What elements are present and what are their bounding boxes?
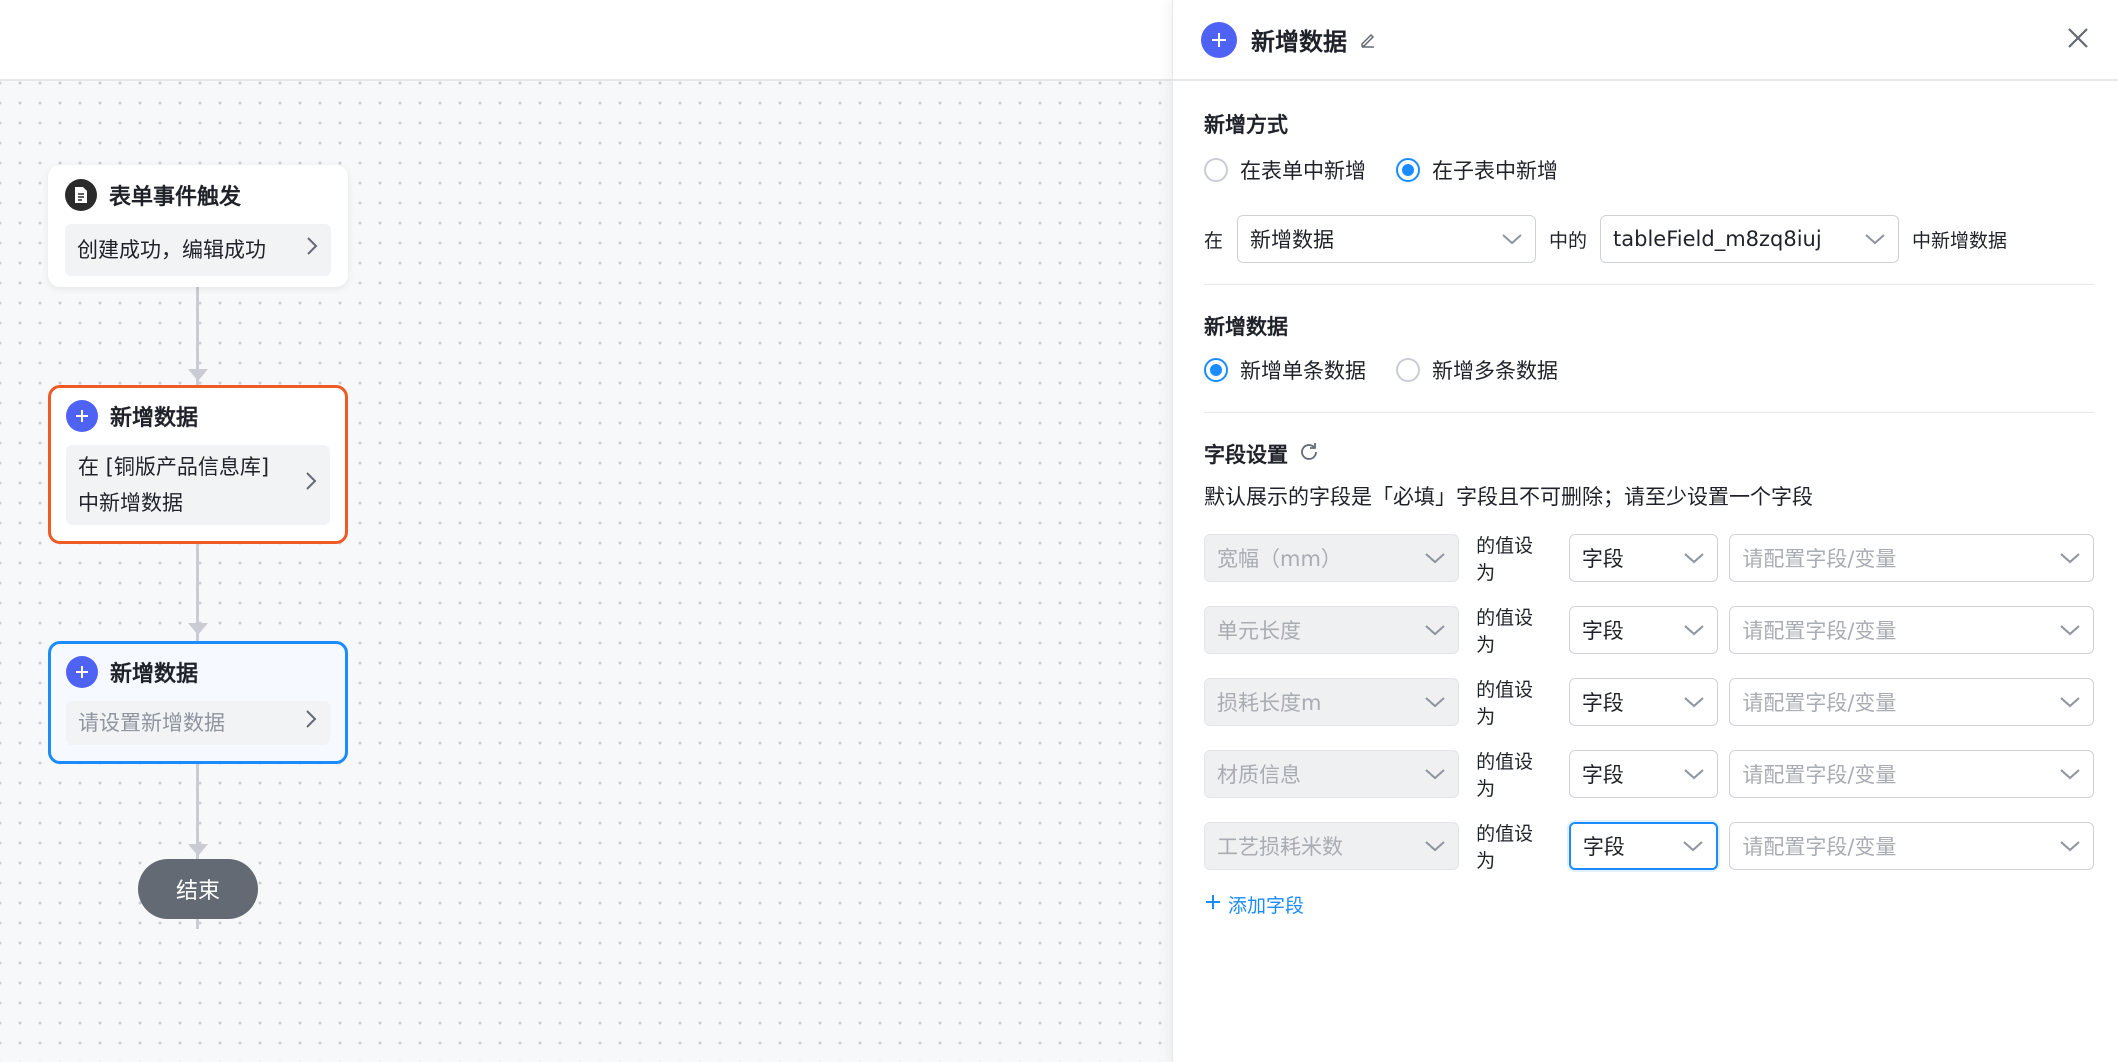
- value-label: 的值设为: [1476, 535, 1534, 584]
- value-select[interactable]: 请配置字段/变量: [1729, 534, 2094, 582]
- chevron-down-icon: [2059, 834, 2081, 858]
- chevron-down-icon: [2059, 546, 2081, 570]
- value-type-select[interactable]: 字段: [1568, 750, 1719, 798]
- trigger-node-title: 表单事件触发: [109, 185, 242, 210]
- new-data-title: 新增数据: [1204, 315, 1288, 339]
- value-label: 的值设为: [1476, 607, 1534, 656]
- location-row: 在 新增数据 中的 tableField_m8zq8iuj 中新增数据: [1204, 215, 2094, 263]
- plus-icon: [1204, 893, 1222, 916]
- divider: [1204, 412, 2094, 413]
- add-method-radio-group: 在表单中新增 在子表中新增: [1204, 155, 2094, 185]
- top-bar: [0, 0, 1172, 81]
- value-select[interactable]: 请配置字段/变量: [1729, 606, 2094, 654]
- end-node[interactable]: 结束: [138, 859, 258, 919]
- value-type-select[interactable]: 字段: [1568, 606, 1719, 654]
- add-data-node-1-summary[interactable]: 在 [铜版产品信息库] 中新增数据: [66, 445, 330, 525]
- chevron-down-icon: [1501, 227, 1523, 251]
- field-name-select: 工艺损耗米数: [1204, 822, 1460, 870]
- radio-add-multiple[interactable]: 新增多条数据: [1396, 355, 1558, 385]
- field-name-select: 材质信息: [1204, 750, 1460, 798]
- chevron-right-icon: [304, 705, 318, 741]
- value-type-select[interactable]: 字段: [1568, 534, 1719, 582]
- chevron-down-icon: [1424, 546, 1446, 570]
- chevron-down-icon: [1683, 690, 1705, 714]
- radio-circle: [1204, 158, 1228, 182]
- chevron-down-icon: [1424, 690, 1446, 714]
- plus-icon: [66, 656, 98, 688]
- value-label: 的值设为: [1476, 679, 1534, 728]
- connector-arrow: [188, 623, 208, 635]
- value-label: 的值设为: [1476, 823, 1534, 872]
- field-row: 损耗长度m 的值设为 字段 请配置字段/变量: [1204, 675, 2094, 729]
- chevron-down-icon: [1682, 834, 1704, 858]
- chevron-down-icon: [2059, 762, 2081, 786]
- chevron-down-icon: [1683, 546, 1705, 570]
- trigger-node[interactable]: 表单事件触发 创建成功，编辑成功: [48, 165, 348, 287]
- value-select[interactable]: 请配置字段/变量: [1729, 822, 2094, 870]
- location-suffix: 中新增数据: [1912, 229, 2008, 252]
- location-prefix: 在: [1204, 229, 1224, 252]
- chevron-down-icon: [1683, 762, 1705, 786]
- chevron-down-icon: [1424, 618, 1446, 642]
- add-data-node-2-summary[interactable]: 请设置新增数据: [66, 701, 330, 745]
- chevron-down-icon: [1424, 762, 1446, 786]
- chevron-down-icon: [1864, 227, 1886, 251]
- chevron-down-icon: [2059, 690, 2081, 714]
- connector-arrow: [188, 369, 208, 381]
- value-type-select[interactable]: 字段: [1568, 678, 1719, 726]
- value-type-select[interactable]: 字段: [1568, 822, 1719, 870]
- chevron-right-icon: [305, 232, 319, 268]
- add-data-node-1-title: 新增数据: [110, 406, 199, 431]
- radio-circle: [1204, 358, 1228, 382]
- form-select[interactable]: 新增数据: [1237, 215, 1537, 263]
- add-field-button[interactable]: 添加字段: [1204, 891, 2094, 918]
- value-select[interactable]: 请配置字段/变量: [1729, 750, 2094, 798]
- field-name-select: 单元长度: [1204, 606, 1460, 654]
- radio-circle: [1396, 358, 1420, 382]
- chevron-down-icon: [2059, 618, 2081, 642]
- field-name-select: 损耗长度m: [1204, 678, 1460, 726]
- radio-circle: [1396, 158, 1420, 182]
- document-icon: [65, 179, 97, 211]
- plus-icon: [1201, 21, 1237, 58]
- flow-canvas[interactable]: 表单事件触发 创建成功，编辑成功 新增数据 在 [铜版产品信息库] 中新增数据: [0, 81, 1172, 1062]
- add-data-node-2[interactable]: 新增数据 请设置新增数据: [48, 641, 348, 764]
- new-data-radio-group: 新增单条数据 新增多条数据: [1204, 355, 2094, 385]
- field-row: 单元长度 的值设为 字段 请配置字段/变量: [1204, 603, 2094, 657]
- radio-add-in-subtable[interactable]: 在子表中新增: [1396, 155, 1558, 185]
- location-middle: 中的: [1549, 229, 1588, 252]
- chevron-right-icon: [304, 467, 318, 503]
- field-row: 宽幅（mm） 的值设为 字段 请配置字段/变量: [1204, 531, 2094, 585]
- config-panel: 新增数据 新增方式 在表单中新增 在子表中新增 在 新增数据 中的 tableF…: [1172, 0, 2118, 1062]
- refresh-icon[interactable]: [1298, 441, 1320, 467]
- field-name-select: 宽幅（mm）: [1204, 534, 1460, 582]
- subtable-select[interactable]: tableField_m8zq8iuj: [1600, 215, 1900, 263]
- field-settings-title: 字段设置: [1204, 443, 1288, 467]
- close-icon[interactable]: [2064, 24, 2092, 56]
- add-data-node-1[interactable]: 新增数据 在 [铜版产品信息库] 中新增数据: [48, 385, 348, 544]
- panel-title: 新增数据: [1251, 28, 1347, 56]
- add-data-node-2-title: 新增数据: [110, 662, 199, 687]
- field-row: 工艺损耗米数 的值设为 字段 请配置字段/变量: [1204, 819, 2094, 873]
- connector-arrow: [188, 844, 208, 856]
- plus-icon: [66, 400, 98, 432]
- add-method-title: 新增方式: [1204, 113, 1288, 137]
- edit-pencil-icon[interactable]: [1359, 31, 1377, 49]
- radio-add-in-form[interactable]: 在表单中新增: [1204, 155, 1366, 185]
- field-settings-hint: 默认展示的字段是「必填」字段且不可删除；请至少设置一个字段: [1204, 485, 1813, 509]
- panel-header: 新增数据: [1173, 0, 2118, 81]
- trigger-node-summary[interactable]: 创建成功，编辑成功: [65, 224, 331, 276]
- field-row: 材质信息 的值设为 字段 请配置字段/变量: [1204, 747, 2094, 801]
- divider: [1204, 284, 2094, 285]
- chevron-down-icon: [1424, 834, 1446, 858]
- value-select[interactable]: 请配置字段/变量: [1729, 678, 2094, 726]
- field-rows: 宽幅（mm） 的值设为 字段 请配置字段/变量 单元长度 的值设为 字段 请配置字段/变量 损耗…: [1204, 531, 2094, 873]
- radio-add-single[interactable]: 新增单条数据: [1204, 355, 1366, 385]
- value-label: 的值设为: [1476, 751, 1534, 800]
- chevron-down-icon: [1683, 618, 1705, 642]
